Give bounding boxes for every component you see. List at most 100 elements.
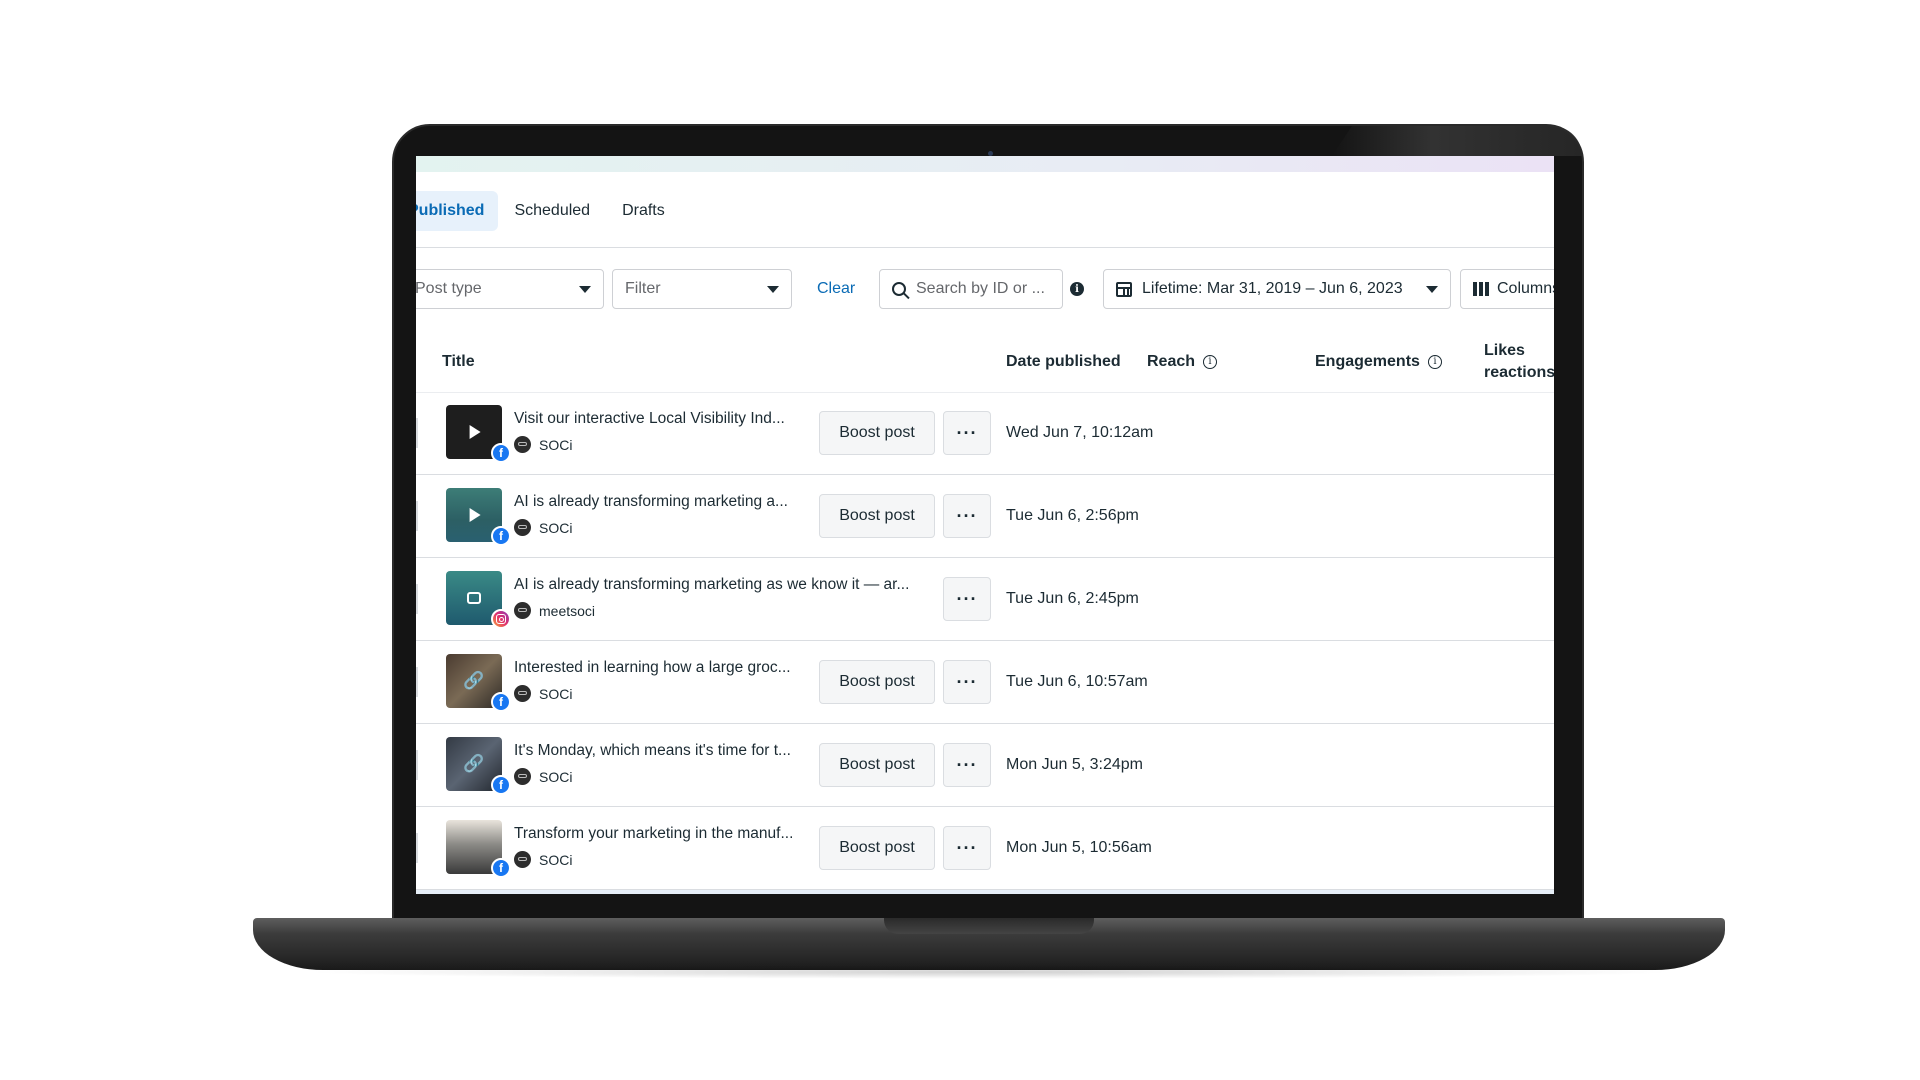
- post-type-label: Post type: [416, 280, 482, 297]
- boost-post-button[interactable]: Boost post: [819, 743, 935, 787]
- header-likes-reactions[interactable]: Likes reactions: [1484, 340, 1554, 384]
- post-title[interactable]: AI is already transforming marketing as …: [514, 576, 924, 594]
- post-title[interactable]: It's Monday, which means it's time for t…: [514, 742, 814, 760]
- facebook-icon: f: [491, 858, 511, 878]
- date-published: Mon Jun 5, 3:24pm: [1006, 756, 1143, 773]
- boost-post-button[interactable]: Boost post: [819, 411, 935, 455]
- account-name: SOCi: [539, 851, 573, 868]
- account-logo-icon: [514, 436, 531, 453]
- boost-post-button[interactable]: Boost post: [819, 660, 935, 704]
- columns-button[interactable]: Columns: [1460, 269, 1554, 309]
- post-account: SOCi: [514, 436, 572, 453]
- row-checkbox-edge[interactable]: [416, 418, 418, 448]
- play-icon: [469, 508, 481, 522]
- account-logo-icon: [514, 851, 531, 868]
- search-input[interactable]: Search by ID or ...: [879, 269, 1063, 309]
- date-range-label: Lifetime: Mar 31, 2019 – Jun 6, 2023: [1142, 280, 1403, 297]
- tab-scheduled[interactable]: Scheduled: [498, 191, 606, 231]
- lid-reflection: [1332, 126, 1582, 156]
- row-checkbox-edge[interactable]: [416, 833, 418, 863]
- columns-label: Columns: [1497, 280, 1554, 297]
- date-published: Mon Jun 5, 10:56am: [1006, 839, 1152, 856]
- tab-drafts[interactable]: Drafts: [606, 191, 681, 231]
- play-icon: [469, 425, 481, 439]
- link-icon: 🔗: [463, 671, 485, 691]
- header-date-published[interactable]: Date published: [1006, 332, 1121, 392]
- info-icon[interactable]: [1427, 355, 1442, 369]
- date-published: Tue Jun 6, 10:57am: [1006, 673, 1148, 690]
- account-name: SOCi: [539, 436, 573, 453]
- info-icon[interactable]: [1203, 355, 1218, 369]
- post-type-select[interactable]: Post type: [416, 269, 604, 309]
- reach-label: Reach: [1147, 353, 1196, 370]
- post-account: SOCi: [514, 768, 572, 785]
- account-name: SOCi: [539, 768, 573, 785]
- engagements-label: Engagements: [1315, 353, 1420, 370]
- header-engagements[interactable]: Engagements: [1315, 332, 1442, 392]
- header-title[interactable]: Title: [442, 332, 475, 392]
- screen-bottom-bar: [416, 890, 1554, 894]
- more-options-button[interactable]: ···: [943, 743, 991, 787]
- table-row[interactable]: f AI is already transforming marketing a…: [416, 475, 1554, 558]
- table-row[interactable]: f Visit our interactive Local Visibility…: [416, 392, 1554, 475]
- facebook-icon: f: [491, 692, 511, 712]
- more-options-button[interactable]: ···: [943, 411, 991, 455]
- post-account: meetsoci: [514, 602, 595, 619]
- instagram-camera-icon: [496, 614, 506, 624]
- post-title[interactable]: Visit our interactive Local Visibility I…: [514, 410, 814, 428]
- top-gradient-bar: [416, 156, 1554, 172]
- post-account: SOCi: [514, 519, 572, 536]
- tab-published[interactable]: Published: [416, 191, 499, 231]
- columns-icon: [1473, 282, 1489, 296]
- search-placeholder: Search by ID or ...: [916, 280, 1045, 297]
- reel-icon: [467, 592, 481, 604]
- table-row[interactable]: AI is already transforming marketing as …: [416, 558, 1554, 641]
- laptop-notch: [884, 918, 1094, 934]
- boost-post-button[interactable]: Boost post: [819, 826, 935, 870]
- post-title[interactable]: AI is already transforming marketing a..…: [514, 493, 814, 511]
- reactions-label: reactions: [1484, 364, 1554, 381]
- filter-select[interactable]: Filter: [612, 269, 792, 309]
- table-row[interactable]: 🔗 f It's Monday, which means it's time f…: [416, 724, 1554, 807]
- chevron-down-icon: [1426, 285, 1438, 293]
- more-options-button[interactable]: ···: [943, 577, 991, 621]
- account-logo-icon: [514, 602, 531, 619]
- laptop-shadow: [300, 965, 1680, 979]
- calendar-icon: [1116, 281, 1132, 297]
- more-options-button[interactable]: ···: [943, 660, 991, 704]
- table-row[interactable]: 🔗 f Interested in learning how a large g…: [416, 641, 1554, 724]
- more-options-button[interactable]: ···: [943, 494, 991, 538]
- account-name: meetsoci: [539, 602, 596, 619]
- laptop-screen: Published Scheduled Drafts Post type Fil…: [416, 156, 1554, 894]
- date-published: Wed Jun 7, 10:12am: [1006, 424, 1154, 441]
- instagram-icon: [491, 609, 511, 629]
- info-icon[interactable]: i: [1070, 282, 1084, 296]
- table-header: Title Date published Reach Engagements L…: [416, 332, 1554, 393]
- facebook-icon: f: [491, 526, 511, 546]
- row-checkbox-edge[interactable]: [416, 750, 418, 780]
- post-title[interactable]: Interested in learning how a large groc.…: [514, 659, 814, 677]
- account-name: SOCi: [539, 685, 573, 702]
- account-logo-icon: [514, 519, 531, 536]
- date-range-select[interactable]: Lifetime: Mar 31, 2019 – Jun 6, 2023: [1103, 269, 1451, 309]
- facebook-icon: f: [491, 775, 511, 795]
- account-name: SOCi: [539, 519, 573, 536]
- search-icon: [892, 282, 906, 296]
- row-checkbox-edge[interactable]: [416, 501, 418, 531]
- header-reach[interactable]: Reach: [1147, 332, 1218, 392]
- more-options-button[interactable]: ···: [943, 826, 991, 870]
- row-checkbox-edge[interactable]: [416, 667, 418, 697]
- post-account: SOCi: [514, 685, 572, 702]
- clear-filters-link[interactable]: Clear: [817, 269, 855, 309]
- filter-label: Filter: [625, 280, 661, 297]
- account-logo-icon: [514, 685, 531, 702]
- post-account: SOCi: [514, 851, 572, 868]
- post-title[interactable]: Transform your marketing in the manuf...: [514, 825, 814, 843]
- account-logo-icon: [514, 768, 531, 785]
- tabs-divider: [416, 247, 1554, 248]
- table-row[interactable]: f Transform your marketing in the manuf.…: [416, 807, 1554, 890]
- row-checkbox-edge[interactable]: [416, 584, 418, 614]
- date-published: Tue Jun 6, 2:45pm: [1006, 590, 1139, 607]
- boost-post-button[interactable]: Boost post: [819, 494, 935, 538]
- link-icon: 🔗: [463, 754, 485, 774]
